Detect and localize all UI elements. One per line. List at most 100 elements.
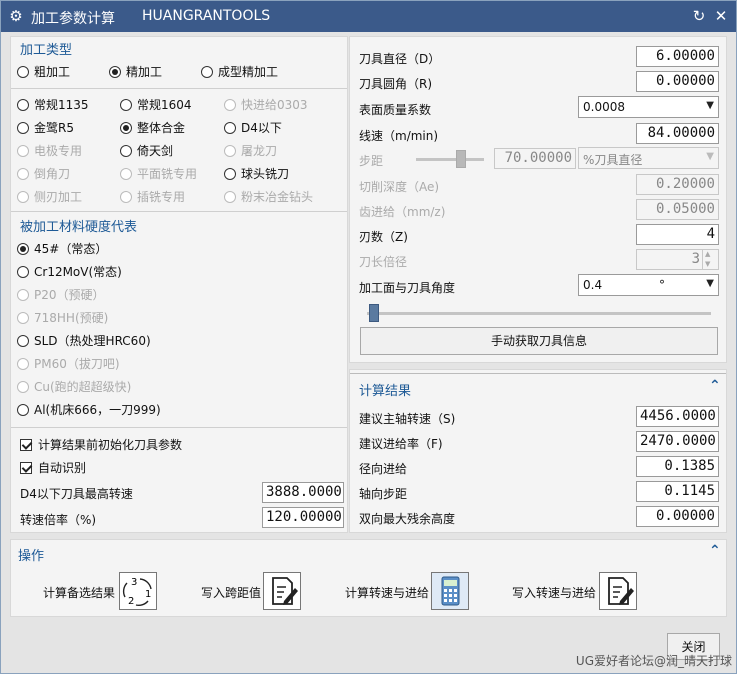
radio-label: 球头铣刀 bbox=[241, 167, 290, 181]
diameter-input[interactable]: 6.00000 bbox=[636, 46, 719, 67]
cutting-speed-input[interactable]: 84.00000 bbox=[636, 123, 719, 144]
divider bbox=[11, 427, 347, 428]
dropdown-arrow-icon: ▼ bbox=[706, 278, 714, 289]
left-panel: 加工类型 粗加工 精加工 成型精加工 常规1135 常规1604 快进给0303… bbox=[10, 36, 348, 533]
stepover-input: 70.00000 bbox=[494, 148, 576, 169]
radio-label: 电极专用 bbox=[34, 144, 83, 158]
checkbox-label: 自动识别 bbox=[38, 461, 87, 475]
dropdown-arrow-icon: ▼ bbox=[706, 100, 714, 111]
surface-select-value: 0.0008 bbox=[583, 100, 625, 114]
teeth-label: 刃数（Z) bbox=[359, 230, 408, 244]
spin-up-icon: ▲ bbox=[705, 250, 711, 258]
corner-input[interactable]: 0.00000 bbox=[636, 71, 719, 92]
radio-label: 金鹭R5 bbox=[34, 121, 74, 135]
radial-feed-label: 径向进给 bbox=[359, 462, 408, 476]
speed-ratio-input[interactable]: 120.00000 bbox=[262, 507, 344, 528]
radio-label: 平面铣专用 bbox=[137, 167, 198, 181]
axial-step-output[interactable]: 0.1145 bbox=[636, 481, 719, 502]
close-icon[interactable]: ✕ bbox=[712, 7, 730, 25]
radio-label: 屠龙刀 bbox=[241, 144, 278, 158]
stepover-label: 步距 bbox=[359, 154, 384, 168]
max-speed-input[interactable]: 3888.0000 bbox=[262, 482, 344, 503]
radio-label: 粗加工 bbox=[34, 65, 71, 79]
radio-label: Al(机床666，一刀999) bbox=[34, 403, 161, 417]
brand-name: HUANGRANTOOLS bbox=[142, 8, 271, 24]
radio-label: 常规1604 bbox=[137, 98, 192, 112]
radio-label: P20（预硬） bbox=[34, 288, 105, 302]
gear-icon[interactable]: ⚙ bbox=[7, 7, 25, 25]
radio-label: PM60（拔刀吧) bbox=[34, 357, 120, 371]
spin-down-icon: ▼ bbox=[705, 260, 711, 268]
checkbox-label: 计算结果前初始化刀具参数 bbox=[38, 438, 183, 452]
edit-document-icon[interactable] bbox=[599, 572, 637, 610]
collapse-results-icon[interactable]: ⌃ bbox=[709, 378, 721, 394]
stepover-unit-value: %刀具直径 bbox=[583, 153, 643, 167]
divider bbox=[11, 211, 347, 212]
calc-speed-feed-label[interactable]: 计算转速与进给 bbox=[345, 584, 429, 601]
actions-title: 操作 bbox=[18, 549, 45, 564]
radio-label: 快进给0303 bbox=[241, 98, 308, 112]
radio-label: SLD（热处理HRC60) bbox=[34, 334, 151, 348]
window-title: 加工参数计算 bbox=[31, 11, 115, 27]
radio-label: 插铣专用 bbox=[137, 190, 186, 204]
radio-label: 倒角刀 bbox=[34, 167, 71, 181]
angle-slider-track bbox=[367, 312, 711, 315]
feed-per-tooth-label: 齿进给（mm/z) bbox=[359, 205, 446, 219]
calc-alternatives-label[interactable]: 计算备选结果 bbox=[43, 584, 115, 601]
radio-label: 侧刃加工 bbox=[34, 190, 83, 204]
reset-icon[interactable]: ↻ bbox=[690, 7, 708, 25]
radio-label: Cu(跑的超超级快) bbox=[34, 380, 132, 394]
stepover-slider-thumb bbox=[456, 150, 466, 168]
feed-rate-output[interactable]: 2470.0000 bbox=[636, 431, 719, 452]
corner-label: 刀具圆角（R) bbox=[359, 77, 433, 91]
watermark: UG爱好者论坛@润_晴天打球 bbox=[575, 654, 732, 668]
surface-select[interactable]: 0.0008 ▼ bbox=[578, 96, 719, 118]
collapse-actions-icon[interactable]: ⌃ bbox=[709, 543, 721, 559]
radio-label: 倚天剑 bbox=[137, 144, 174, 158]
feed-per-tooth-input: 0.05000 bbox=[636, 199, 719, 220]
fetch-tool-info-button[interactable]: 手动获取刀具信息 bbox=[360, 327, 718, 355]
angle-label: 加工面与刀具角度 bbox=[359, 281, 456, 295]
dropdown-arrow-icon: ▼ bbox=[706, 151, 714, 162]
angle-select[interactable]: 0.4 ° ▼ bbox=[578, 274, 719, 296]
edit-document-icon[interactable] bbox=[263, 572, 301, 610]
length-ratio-spinner: ▲ ▼ bbox=[702, 249, 716, 270]
main-window: ⚙ 加工参数计算 HUANGRANTOOLS ↻ ✕ 加工类型 粗加工 精加工 … bbox=[0, 0, 737, 674]
angle-slider-thumb[interactable] bbox=[369, 304, 379, 322]
max-speed-label: D4以下刀具最高转速 bbox=[20, 487, 133, 501]
divider bbox=[11, 88, 347, 89]
write-stepover-label[interactable]: 写入跨距值 bbox=[201, 584, 261, 601]
feed-rate-label: 建议进给率（F) bbox=[359, 437, 443, 451]
stepover-slider-track bbox=[416, 158, 484, 161]
svg-text:1: 1 bbox=[145, 589, 151, 600]
divider bbox=[350, 373, 726, 374]
cycle-numbers-icon[interactable]: 3 1 2 bbox=[119, 572, 157, 610]
tool-params-panel: 刀具直径（D） 6.00000 刀具圆角（R) 0.00000 表面质量系数 0… bbox=[349, 36, 727, 363]
depth-label: 切削深度（Ae) bbox=[359, 180, 440, 194]
spindle-speed-label: 建议主轴转速（S) bbox=[359, 412, 456, 426]
svg-text:2: 2 bbox=[128, 596, 134, 607]
radio-label: 粉末冶金钻头 bbox=[241, 190, 314, 204]
scallop-height-output[interactable]: 0.00000 bbox=[636, 506, 719, 527]
actions-panel: 操作 ⌃ 计算备选结果 3 1 2 写入跨距值 计算转速与进给 写入转速与进给 bbox=[10, 539, 727, 617]
results-panel: 计算结果 ⌃ 建议主轴转速（S) 4456.0000 建议进给率（F) 2470… bbox=[349, 369, 727, 533]
teeth-input[interactable]: 4 bbox=[636, 224, 719, 245]
length-ratio-label: 刀长倍径 bbox=[359, 255, 408, 269]
write-speed-feed-label[interactable]: 写入转速与进给 bbox=[512, 584, 596, 601]
spindle-speed-output[interactable]: 4456.0000 bbox=[636, 406, 719, 427]
axial-step-label: 轴向步距 bbox=[359, 487, 408, 501]
cutting-speed-label: 线速（m/min) bbox=[359, 129, 439, 143]
radio-label: 常规1135 bbox=[34, 98, 89, 112]
radio-label: 45#（常态） bbox=[34, 242, 108, 256]
stepover-unit-select: %刀具直径 ▼ bbox=[578, 147, 719, 169]
material-title: 被加工材料硬度代表 bbox=[20, 220, 138, 235]
angle-unit: ° bbox=[659, 278, 665, 292]
title-bar: ⚙ 加工参数计算 HUANGRANTOOLS ↻ ✕ bbox=[1, 1, 736, 32]
calculator-icon[interactable] bbox=[431, 572, 469, 610]
radio-label: Cr12MoV(常态) bbox=[34, 265, 122, 279]
diameter-label: 刀具直径（D） bbox=[359, 52, 441, 66]
radio-label: D4以下 bbox=[241, 121, 282, 135]
radial-feed-output[interactable]: 0.1385 bbox=[636, 456, 719, 477]
radio-label: 718HH(预硬) bbox=[34, 311, 109, 325]
depth-input: 0.20000 bbox=[636, 174, 719, 195]
